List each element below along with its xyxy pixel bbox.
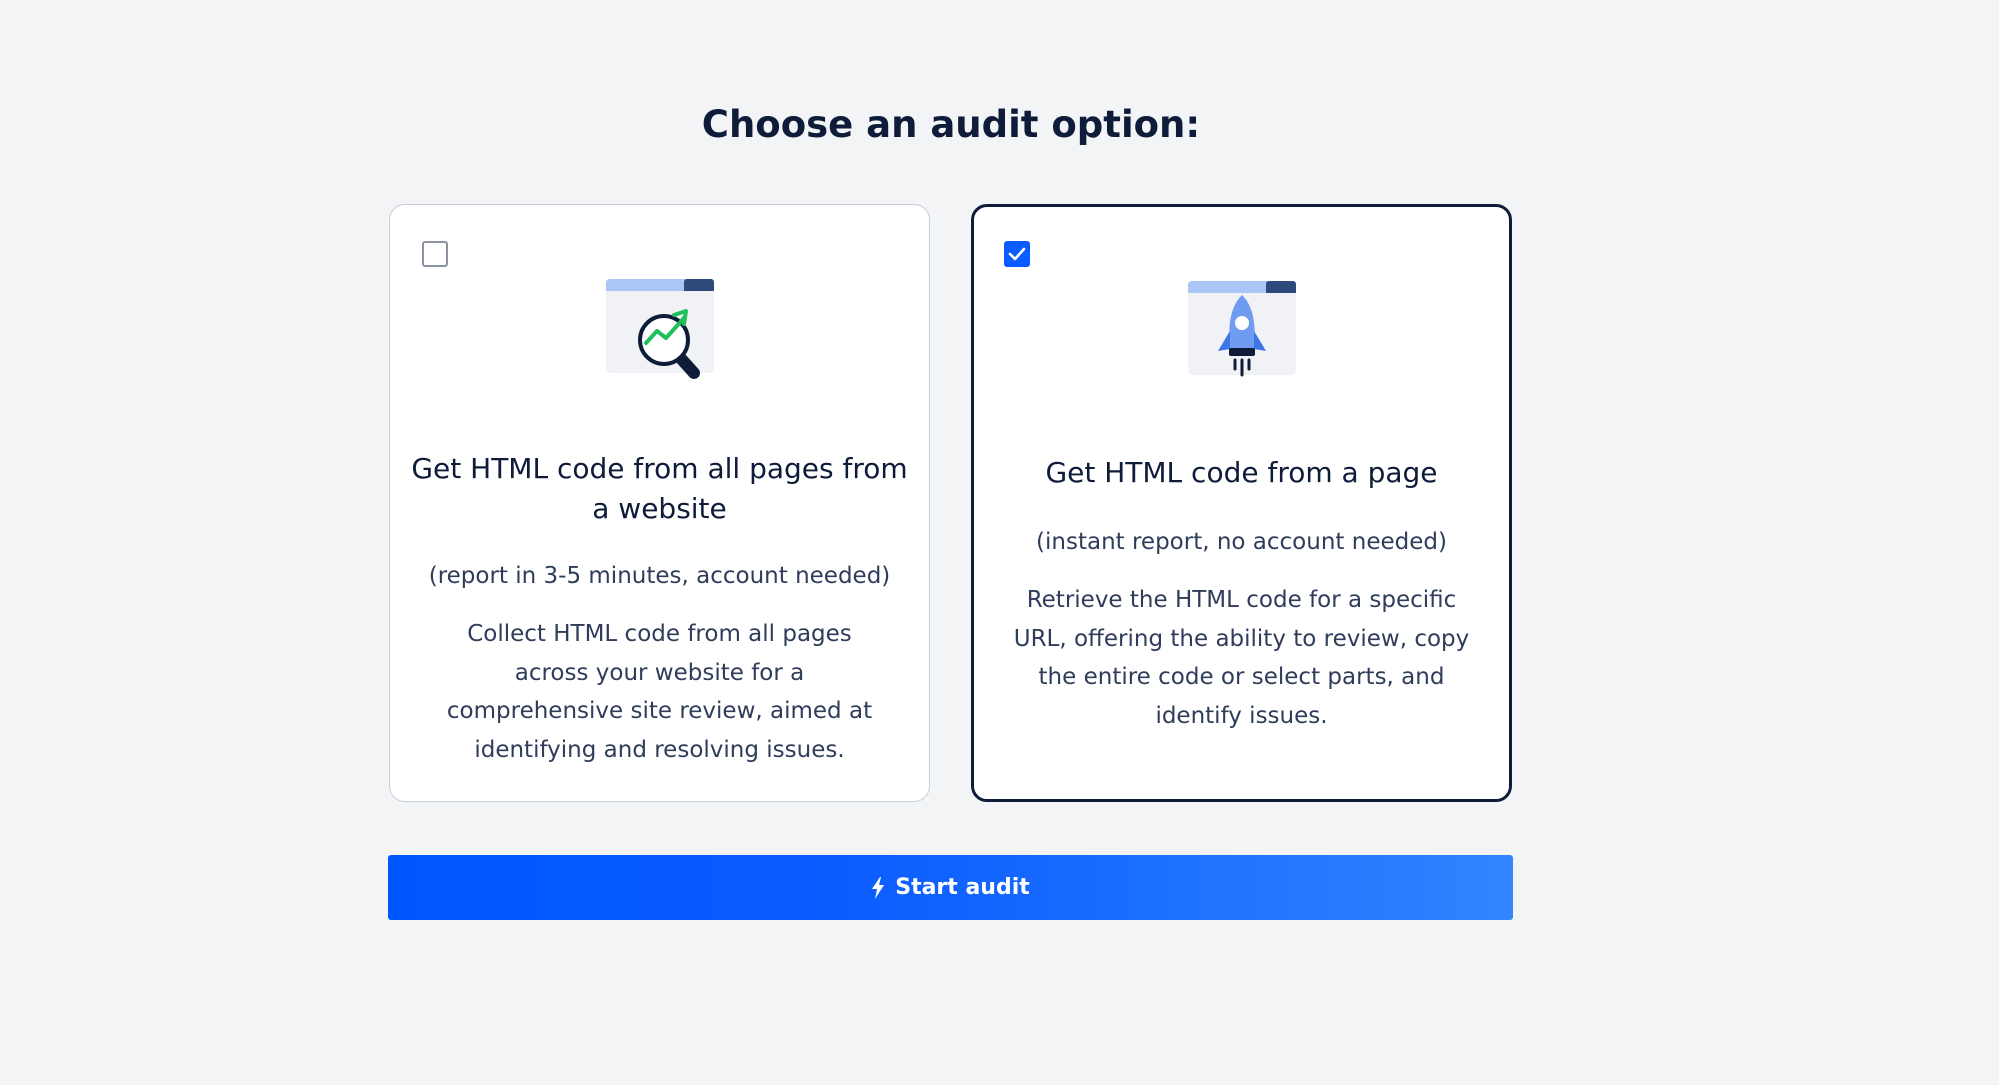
audit-options-page: Choose an audit option: Get HTML code fr… bbox=[0, 0, 1999, 1085]
option-title-single-page: Get HTML code from a page bbox=[1045, 456, 1438, 489]
option-title-all-pages: Get HTML code from all pages from a webs… bbox=[411, 452, 908, 525]
lightning-icon bbox=[871, 876, 885, 899]
start-audit-label: Start audit bbox=[895, 875, 1030, 900]
option-description-all-pages: Collect HTML code from all pages across … bbox=[446, 621, 873, 763]
start-audit-button[interactable]: Start audit bbox=[388, 855, 1513, 920]
page-title: Choose an audit option: bbox=[701, 103, 1201, 146]
option-card-all-pages[interactable]: Get HTML code from all pages from a webs… bbox=[389, 204, 930, 802]
option-subtitle-all-pages: (report in 3-5 minutes, account needed) bbox=[428, 563, 891, 589]
option-description-single-page: Retrieve the HTML code for a specific UR… bbox=[1013, 587, 1470, 729]
magnifier-chart-icon bbox=[602, 263, 718, 383]
rocket-icon bbox=[1184, 265, 1300, 385]
checkmark-icon bbox=[1008, 247, 1026, 261]
option-card-single-page[interactable]: Get HTML code from a page (instant repor… bbox=[971, 204, 1512, 802]
option-checkbox-all-pages[interactable] bbox=[422, 241, 448, 267]
option-checkbox-single-page[interactable] bbox=[1004, 241, 1030, 267]
option-subtitle-single-page: (instant report, no account needed) bbox=[1036, 529, 1447, 555]
